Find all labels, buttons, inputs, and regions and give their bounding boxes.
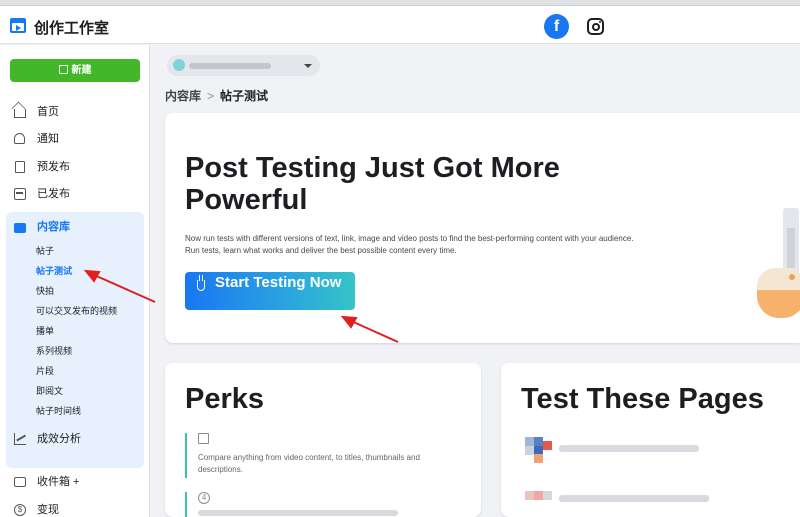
creator-studio-logo-icon [10,18,26,33]
dollar-icon: $ [14,504,26,516]
sidebar-item-label: 变现 [37,504,59,516]
number-4-icon: 4 [198,492,210,504]
perks-card: Perks Compare anything from video conten… [165,363,481,517]
sidebar-item-insights[interactable]: 成效分析 [10,427,142,451]
new-post-label: 新建 [71,65,92,76]
sidebar-item-home[interactable]: 首页 [10,100,142,124]
post-testing-hero-card: Post Testing Just Got More Powerful Now … [165,113,800,343]
top-bar: 创作工作室 f [0,6,800,44]
app-title: 创作工作室 [34,20,110,37]
sidebar-subitem-clips[interactable]: 片段 [36,363,54,379]
sidebar-item-label: 成效分析 [37,433,81,445]
sidebar-subitem-post-testing[interactable]: 帖子测试 [36,263,72,279]
page-avatar [525,437,553,463]
page-icon [15,161,25,173]
lab-flask-illustration [755,208,800,328]
flask-icon [197,275,205,291]
sidebar-subitem-series[interactable]: 系列视频 [36,343,72,359]
sidebar-subitem-instant-articles[interactable]: 即阅文 [36,383,63,399]
hero-description-line: Now run tests with different versions of… [185,234,634,243]
sidebar-subitem-playlists[interactable]: 播单 [36,323,54,339]
sidebar-item-label: 内容库 [37,221,70,233]
sidebar-item-label: 通知 [37,133,59,145]
page-avatar [173,59,185,71]
perk-text: Compare anything from video content, to … [198,453,420,474]
breadcrumb-current: 帖子测试 [220,89,269,103]
page-avatar [525,487,553,511]
perk-item: Compare anything from video content, to … [185,433,455,478]
folder-icon [14,223,26,233]
page-name-redacted [559,445,699,452]
sidebar: 新建 首页 通知 预发布 已发布 内容库 帖子 帖子测试 快拍 可以交叉发布的视… [0,45,150,517]
test-pages-card: Test These Pages [501,363,800,517]
sidebar-item-inbox[interactable]: 收件箱 + [10,470,142,494]
sidebar-item-label: 已发布 [37,188,70,200]
test-pages-title: Test These Pages [521,383,764,415]
start-testing-label: Start Testing Now [215,274,342,291]
edit-icon [198,433,209,444]
hero-description: Now run tests with different versions of… [185,233,705,257]
instagram-icon[interactable] [587,18,604,35]
inbox-icon [14,477,26,487]
breadcrumb: 内容库 > 帖子测试 [165,87,268,104]
sidebar-item-monetization[interactable]: $ 变现 [10,498,142,517]
sidebar-item-label: 预发布 [37,161,70,173]
hero-title: Post Testing Just Got More Powerful [185,152,560,216]
sidebar-item-label: 首页 [37,106,59,118]
start-testing-button[interactable]: Start Testing Now [185,272,355,310]
grid-icon [14,188,26,200]
sidebar-item-label: 收件箱 + [37,476,80,488]
sidebar-item-scheduled[interactable]: 预发布 [10,155,142,179]
chevron-down-icon [304,64,312,68]
page-name-redacted [189,63,271,69]
sidebar-item-content-library[interactable]: 内容库 [10,216,140,238]
facebook-icon[interactable]: f [544,14,569,39]
perks-title: Perks [185,383,265,415]
sidebar-subitem-crosspost-videos[interactable]: 可以交叉发布的视频 [36,303,117,319]
chart-icon [14,433,26,445]
breadcrumb-separator: > [207,89,215,103]
perk-text-redacted [198,510,398,516]
compose-icon [58,65,68,74]
sidebar-item-published[interactable]: 已发布 [10,182,142,206]
page-selector-dropdown[interactable] [167,55,320,76]
bell-icon [14,133,25,144]
perk-item: 4 [185,492,455,517]
sidebar-subitem-post-timeline[interactable]: 帖子时间线 [36,403,81,419]
sidebar-item-notifications[interactable]: 通知 [10,127,142,151]
new-post-button[interactable]: 新建 [10,59,140,82]
breadcrumb-parent[interactable]: 内容库 [165,89,201,103]
home-icon [14,109,26,118]
hero-description-line: Run tests, learn what works and deliver … [185,246,457,255]
page-name-redacted [559,495,709,502]
sidebar-subitem-stories[interactable]: 快拍 [36,283,54,299]
sidebar-subitem-posts[interactable]: 帖子 [36,243,54,259]
